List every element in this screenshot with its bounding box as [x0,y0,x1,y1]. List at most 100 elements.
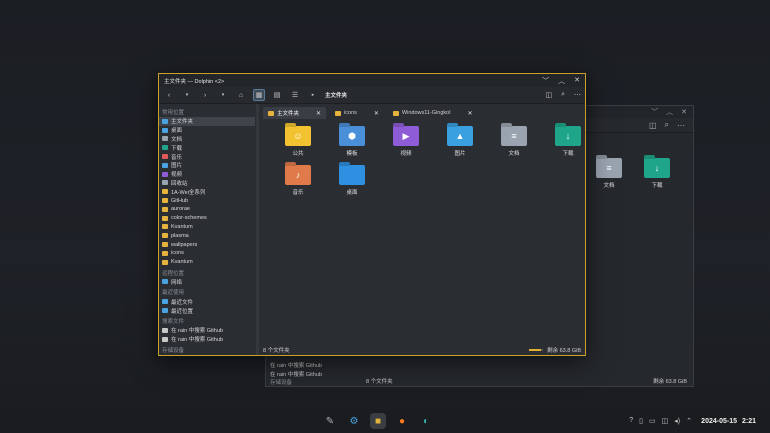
sidebar-item[interactable]: 网络 [159,278,255,287]
place-icon [162,180,168,186]
status-free-space[interactable]: 剩余 63.8 GiB [547,346,581,354]
sidebar-item[interactable]: Kvantum [159,223,255,232]
sidebar-section-title: 远程位置 [162,270,185,277]
sidebar-item[interactable]: 最近文件 [159,297,255,306]
folder-glyph-icon: ☺ [293,131,303,141]
dolphin-window[interactable]: 主文件夹 — Dolphin <2> ﹀ ︿ ✕ ‹ ▾ › ▾ ⌂ ▦ ▤ ☰… [158,73,586,356]
tab[interactable]: Windows11-Gingkol ✕ [388,107,478,119]
folder-icon [339,165,365,185]
clock[interactable]: 2024-05-15 2:21 [701,418,756,425]
home-icon[interactable]: ⌂ [235,89,247,101]
sidebar-item-label: wallpapers [171,241,198,248]
sidebar-item[interactable]: 图片 [159,161,255,170]
sidebar-item[interactable]: 1A-Wei全系列 [159,187,255,196]
folder-icon: ▶ [393,126,419,146]
close-icon[interactable]: ✕ [574,76,580,86]
folder-icon: ↓ [644,158,670,178]
sidebar-item[interactable]: 回收站 [159,179,255,188]
breadcrumb[interactable]: 主文件夹 [325,91,347,99]
maximize-icon[interactable]: ︿ [666,107,673,117]
folder-item[interactable]: ♪ 音乐 [271,165,325,196]
chevron-down-icon[interactable]: ▾ [181,89,193,101]
close-tab-icon[interactable]: ✕ [374,110,379,117]
folder-item[interactable]: ≡ 文档 [596,158,622,189]
sidebar-item[interactable]: 在 rain 中搜索 Github [159,326,255,335]
tab[interactable]: icons ✕ [330,107,384,119]
sidebar-item[interactable]: icons [159,249,255,258]
sidebar-item[interactable]: 视频 [159,170,255,179]
folder-item[interactable]: ↓ 下载 [644,158,670,189]
folder-glyph-icon: ♪ [295,170,301,180]
place-icon [162,206,168,212]
place-icon [162,162,168,168]
tab[interactable]: 主文件夹 ✕ [263,107,327,119]
folder-item[interactable]: ☺ 公共 [271,126,325,157]
menu-icon[interactable]: ⋯ [574,91,581,99]
main-view: 主文件夹 ✕ icons ✕ Windows11-Gingkol ✕ ☺ 公共 ⬢ 模板 ▶ 视频 ▲… [259,104,585,355]
sidebar-item[interactable]: aurorae [159,205,255,214]
details-view-icon[interactable]: ☰ [289,89,301,101]
firefox-icon[interactable]: ● [394,413,410,429]
search-icon[interactable]: ⌕ [561,91,565,99]
sidebar-item[interactable]: 最近位置 [159,306,255,315]
display-icon[interactable]: ▭ [649,417,656,425]
network-icon[interactable]: ◫ [662,417,669,425]
tray-expand-icon[interactable]: ⌃ [686,417,692,425]
close-tab-icon[interactable]: ✕ [316,110,321,117]
sidebar-item[interactable]: 桌面 [159,126,255,135]
window-title: 主文件夹 — Dolphin <2> [164,78,225,85]
edit-tool-icon[interactable]: ✎ [322,413,338,429]
sidebar-item[interactable]: 文档 [159,135,255,144]
sidebar-item[interactable]: color-schemes [159,214,255,223]
folder-glyph-icon: ≡ [606,163,612,173]
sidebar-item[interactable]: Kvantum [159,258,255,267]
folder-glyph-icon: ⬢ [348,130,356,141]
folder-glyph-icon: ▲ [455,131,465,141]
edge-browser-icon[interactable]: ◐ [418,413,434,429]
sidebar-item[interactable]: 主文件夹 [159,117,255,126]
split-view-icon[interactable]: ◫ [545,91,552,99]
chevron-down-icon[interactable]: ▾ [217,89,229,101]
help-icon[interactable]: ? [629,417,633,425]
back-search-item[interactable]: 在 rain 中搜索 Github [270,362,322,371]
place-icon [162,242,168,248]
clock-time: 2:21 [741,417,756,425]
folder-icon: ⬢ [339,126,365,146]
sidebar-item[interactable]: 在 rain 中搜索 Github [159,335,255,344]
folder-item[interactable]: ≡ 文档 [487,126,541,157]
menu-icon[interactable]: ⋯ [677,121,685,130]
volume-icon[interactable]: ◂) [674,417,680,425]
sidebar-item[interactable]: GitHub [159,196,255,205]
compact-view-icon[interactable]: ▤ [271,89,283,101]
sidebar-item[interactable]: 音乐 [159,152,255,161]
close-icon[interactable]: ✕ [681,108,687,116]
chevron-right-icon[interactable]: ▸ [307,89,319,101]
sidebar-item[interactable]: 下载 [159,143,255,152]
folder-glyph-icon: ↓ [565,131,571,141]
back-arrow-icon[interactable]: ‹ [163,89,175,101]
sidebar-item[interactable]: wallpapers [159,240,255,249]
close-tab-icon[interactable]: ✕ [467,110,472,117]
tab-label: Windows11-Gingkol [401,110,451,116]
folder-icon [268,110,274,116]
folder-item[interactable]: ↓ 下载 [541,126,595,157]
sidebar-item-label: 主文件夹 [171,119,194,126]
folder-item[interactable]: ⬢ 模板 [325,126,379,157]
folder-item[interactable]: ▲ 图片 [433,126,487,157]
icons-view-icon[interactable]: ▦ [253,89,265,101]
minimize-icon[interactable]: ﹀ [542,76,549,86]
settings-icon[interactable]: ⚙ [346,413,362,429]
split-view-icon[interactable]: ◫ [649,121,657,130]
forward-arrow-icon[interactable]: › [199,89,211,101]
search-icon[interactable]: ⌕ [665,120,669,130]
clipboard-icon[interactable]: ▯ [639,417,643,425]
back-items-grid: ≡ 文档 ↓ 下载 [596,158,670,189]
sidebar-item-label: 在 rain 中搜索 Github [171,337,223,344]
file-manager-icon[interactable]: ■ [370,413,386,429]
minimize-icon[interactable]: ﹀ [651,107,658,117]
tab-bar: 主文件夹 ✕ icons ✕ Windows11-Gingkol ✕ [259,104,585,119]
folder-item[interactable]: ▶ 视频 [379,126,433,157]
sidebar-item[interactable]: plasma [159,231,255,240]
maximize-icon[interactable]: ︿ [558,76,565,86]
folder-item[interactable]: 桌面 [325,165,379,196]
